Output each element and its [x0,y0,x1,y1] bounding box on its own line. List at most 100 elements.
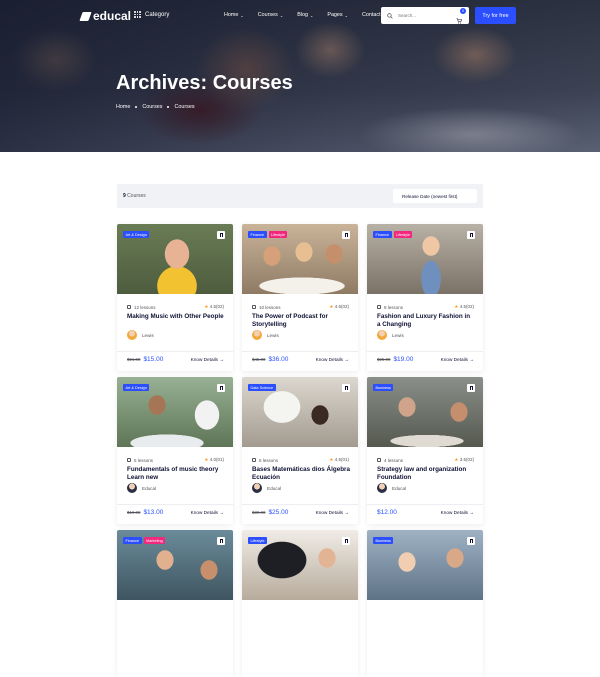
course-tags: Finance Marketing [123,537,166,544]
course-thumbnail[interactable]: Finance Lifestyle [242,224,358,294]
rating: 4.0(01) [209,457,224,462]
avatar [252,483,262,493]
course-tag[interactable]: Business [373,537,394,544]
bookmark-icon[interactable] [342,231,350,239]
know-details-link[interactable]: Know Details → [441,357,474,362]
course-card[interactable]: Finance Marketing [117,530,233,677]
course-card[interactable]: Art & Design 12 lessons ★ 4.5(02) Making… [117,224,233,371]
course-tag[interactable]: Lifestyle [393,231,413,238]
course-thumbnail[interactable]: Art & Design [117,377,233,447]
know-details-link[interactable]: Know Details → [191,357,224,362]
course-author[interactable]: Educal [252,483,281,493]
rating: 4.5(01) [334,457,349,462]
course-tag[interactable]: Business [373,384,394,391]
course-author[interactable]: Educal [377,483,406,493]
divider [117,504,233,505]
course-title[interactable]: Fashion and Luxury Fashion in a Changing [377,313,475,329]
course-thumbnail[interactable]: Finance Lifestyle [367,224,483,294]
course-thumbnail[interactable]: Art & Design [117,224,233,294]
book-icon [127,458,131,462]
course-card[interactable]: Art & Design 5 lessons ★ 4.0(01) Fundame… [117,377,233,524]
course-author[interactable]: Lewis [127,330,154,340]
course-card[interactable]: Business 4 lessons ★ 3.5(02) Strategy la… [367,377,483,524]
nav-item-home[interactable]: Home ⌄ [224,12,244,18]
try-for-free-button[interactable]: Try for free [475,7,516,24]
know-details-link[interactable]: Know Details → [316,357,349,362]
star-icon: ★ [454,304,459,309]
arrow-right-icon: → [344,510,349,515]
course-card[interactable]: Finance Lifestyle 10 lessons ★ 4.5(02) Th… [242,224,358,371]
course-card[interactable]: Finance Lifestyle 8 lessons ★ 4.5(02) Fas… [367,224,483,371]
course-tag[interactable]: Finance [123,537,142,544]
cart-icon [456,18,462,24]
bookmark-icon[interactable] [342,384,350,392]
course-author[interactable]: Educal [127,483,156,493]
course-thumbnail[interactable]: Lifestyle [242,530,358,600]
course-title[interactable]: The Power of Podcast for Storytelling [252,313,350,329]
breadcrumb-courses[interactable]: Courses [142,104,162,110]
bookmark-icon[interactable] [217,384,225,392]
rating: 4.5(02) [209,304,224,309]
bookmark-icon[interactable] [467,231,475,239]
current-price: $25.00 [268,509,289,516]
nav-item-blog[interactable]: Blog ⌄ [297,12,313,18]
search-box[interactable]: 0 [381,7,469,24]
author-name: Lewis [267,332,279,338]
breadcrumb-home[interactable]: Home [116,104,130,110]
chevron-down-icon: ⌄ [344,12,348,18]
course-tag[interactable]: Lifestyle [248,537,267,544]
cart-button[interactable]: 0 [456,8,466,24]
bookmark-icon[interactable] [217,231,225,239]
lesson-count: 12 lessons [134,304,156,310]
course-title[interactable]: Strategy law and organization Foundation [377,466,475,482]
course-thumbnail[interactable]: Business [367,530,483,600]
star-icon: ★ [329,457,334,462]
course-tags: Data Science [248,384,276,391]
course-title[interactable]: Fundamentals of music theory Learn new [127,466,225,482]
sort-select[interactable]: Release Date (newest first) [393,189,477,203]
cart-count-badge: 0 [460,8,466,14]
course-tag[interactable]: Lifestyle [268,231,288,238]
chevron-down-icon: ⌄ [309,12,314,18]
nav-item-pages[interactable]: Pages ⌄ [327,12,348,18]
chevron-down-icon: ⌄ [240,12,244,18]
results-toolbar: 9 Courses Release Date (newest first) [117,184,483,208]
divider [242,504,358,505]
course-author[interactable]: Lewis [377,330,404,340]
current-price: $12.00 [377,509,397,516]
course-thumbnail[interactable]: Business [367,377,483,447]
breadcrumb-separator [167,106,170,108]
course-tag[interactable]: Art & Design [123,384,150,391]
course-title[interactable]: Bases Matemáticas dios Álgebra Ecuación [252,466,350,482]
course-tags: Business [373,384,394,391]
course-thumbnail[interactable]: Finance Marketing [117,530,233,600]
course-tag[interactable]: Marketing [143,537,166,544]
course-tag[interactable]: Finance [248,231,267,238]
category-button[interactable]: Category [134,11,169,18]
know-details-link[interactable]: Know Details → [191,510,224,515]
nav-item-contact[interactable]: Contact [362,12,381,18]
search-input[interactable] [398,13,443,18]
bookmark-icon[interactable] [217,537,225,545]
current-price: $13.00 [143,509,164,516]
bookmark-icon[interactable] [467,537,475,545]
course-title[interactable]: Making Music with Other People [127,313,225,321]
arrow-right-icon: → [344,357,349,362]
course-tag[interactable]: Data Science [248,384,276,391]
course-card[interactable]: Lifestyle [242,530,358,677]
bookmark-icon[interactable] [342,537,350,545]
nav-item-courses[interactable]: Courses ⌄ [258,12,283,18]
know-details-link[interactable]: Know Details → [441,510,474,515]
course-tag[interactable]: Art & Design [123,231,150,238]
know-details-link[interactable]: Know Details → [316,510,349,515]
course-tag[interactable]: Finance [373,231,392,238]
course-meta: 12 lessons ★ 4.5(02) [127,304,224,310]
old-price: $21.00 [127,357,141,362]
current-price: $19.00 [393,356,414,363]
course-author[interactable]: Lewis [252,330,279,340]
course-thumbnail[interactable]: Data Science [242,377,358,447]
site-logo[interactable]: educal [79,9,131,23]
bookmark-icon[interactable] [467,384,475,392]
course-card[interactable]: Business [367,530,483,677]
course-card[interactable]: Data Science 6 lessons ★ 4.5(01) Bases M… [242,377,358,524]
